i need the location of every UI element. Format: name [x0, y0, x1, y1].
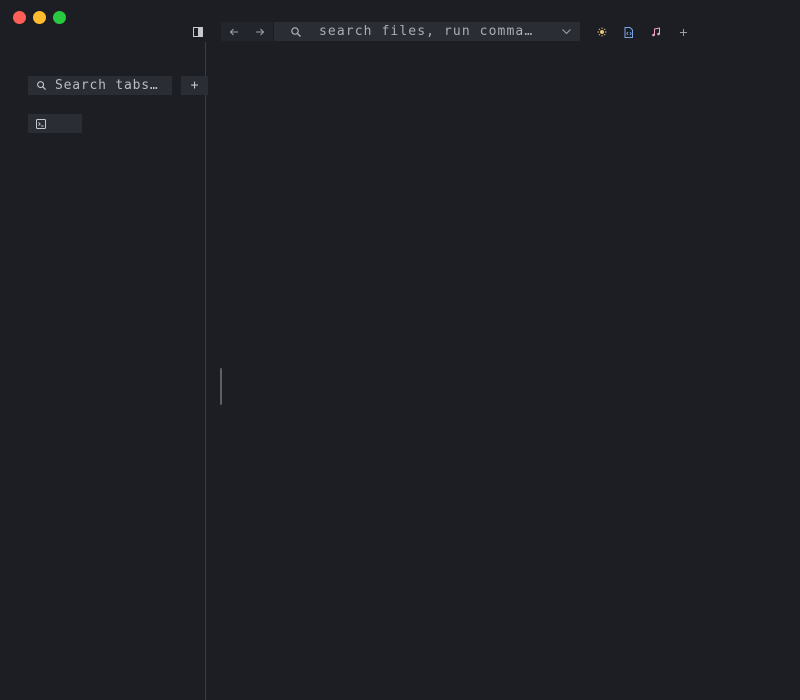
pane-resize-handle[interactable] — [220, 368, 222, 405]
toolbar-right — [592, 22, 693, 42]
tab-search-input[interactable]: Search tabs… — [28, 76, 172, 95]
theme-button[interactable] — [592, 22, 612, 42]
terminal-icon — [36, 118, 46, 129]
close-window-button[interactable] — [13, 11, 26, 24]
music-button[interactable] — [646, 22, 666, 42]
forward-button[interactable] — [247, 22, 273, 41]
back-button[interactable] — [221, 22, 247, 41]
file-code-icon — [624, 26, 633, 38]
command-bar[interactable]: search files, run comma… — [274, 22, 580, 41]
arrow-right-icon — [256, 28, 265, 35]
maximize-window-button[interactable] — [53, 11, 66, 24]
tab-search-placeholder: Search tabs… — [55, 78, 159, 93]
file-code-button[interactable] — [619, 22, 639, 42]
new-item-button[interactable] — [673, 22, 693, 42]
window-controls — [13, 11, 66, 24]
sun-icon — [597, 27, 607, 37]
sidebar: Search tabs… + — [0, 42, 208, 700]
plus-icon — [679, 28, 687, 36]
add-tab-button[interactable]: + — [181, 76, 208, 95]
navigation-group — [221, 22, 273, 41]
chevron-down-icon[interactable] — [561, 26, 572, 37]
minimize-window-button[interactable] — [33, 11, 46, 24]
sidebar-toggle-button[interactable] — [188, 22, 208, 42]
sidebar-toggle-icon — [193, 27, 203, 37]
sidebar-tab-terminal[interactable] — [28, 114, 82, 133]
search-icon — [291, 26, 301, 37]
search-icon — [37, 81, 47, 91]
app-window: search files, run comma… Search tabs… + — [0, 0, 800, 700]
toolbar-left — [188, 22, 208, 42]
music-note-icon — [652, 27, 660, 37]
arrow-left-icon — [229, 28, 238, 35]
command-bar-placeholder: search files, run comma… — [319, 24, 534, 39]
